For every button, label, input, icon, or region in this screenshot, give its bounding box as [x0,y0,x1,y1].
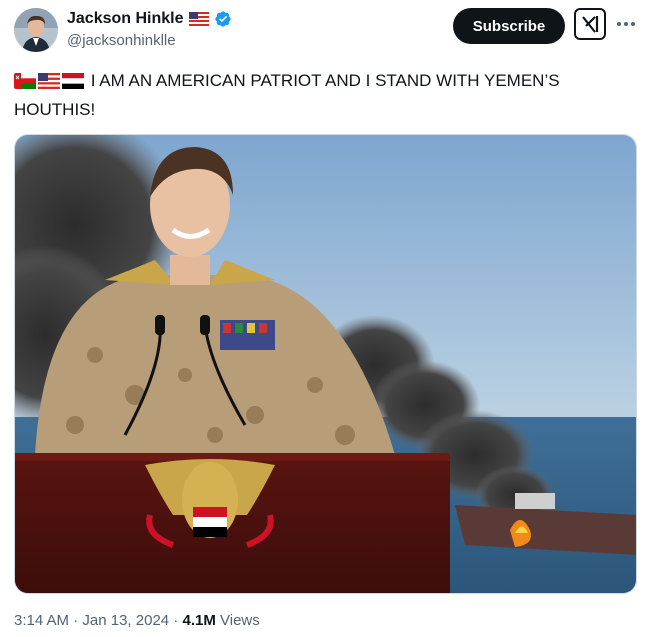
tweet-date[interactable]: Jan 13, 2024 [82,612,169,629]
separator: · [73,612,79,629]
views-count: 4.1M [182,612,216,629]
us-flag-icon [38,71,60,97]
grok-icon[interactable] [574,8,606,40]
author-avatar[interactable] [14,8,58,52]
views-label: Views [220,612,260,629]
more-icon[interactable] [612,12,640,36]
tweet-photo[interactable] [14,134,637,594]
verified-badge-icon [214,10,232,28]
yemen-flag-icon [62,71,84,97]
us-flag-icon [188,12,209,26]
tweet-header: Jackson Hinkle @jacksonhinklle Subscribe [0,0,653,60]
author-name[interactable]: Jackson Hinkle [67,10,184,28]
subscribe-button[interactable]: Subscribe [453,8,565,44]
tweet-text: I AM AN AMERICAN PATRIOT AND I STAND WIT… [14,68,634,123]
tweet-body: I AM AN AMERICAN PATRIOT AND I STAND WIT… [14,71,560,119]
separator: · [173,612,179,629]
author-handle[interactable]: @jacksonhinklle [67,32,176,49]
oman-flag-icon [14,71,36,97]
tweet-time[interactable]: 3:14 AM [14,612,69,629]
tweet-footer: 3:14 AM · Jan 13, 2024 · 4.1M Views [14,612,260,629]
